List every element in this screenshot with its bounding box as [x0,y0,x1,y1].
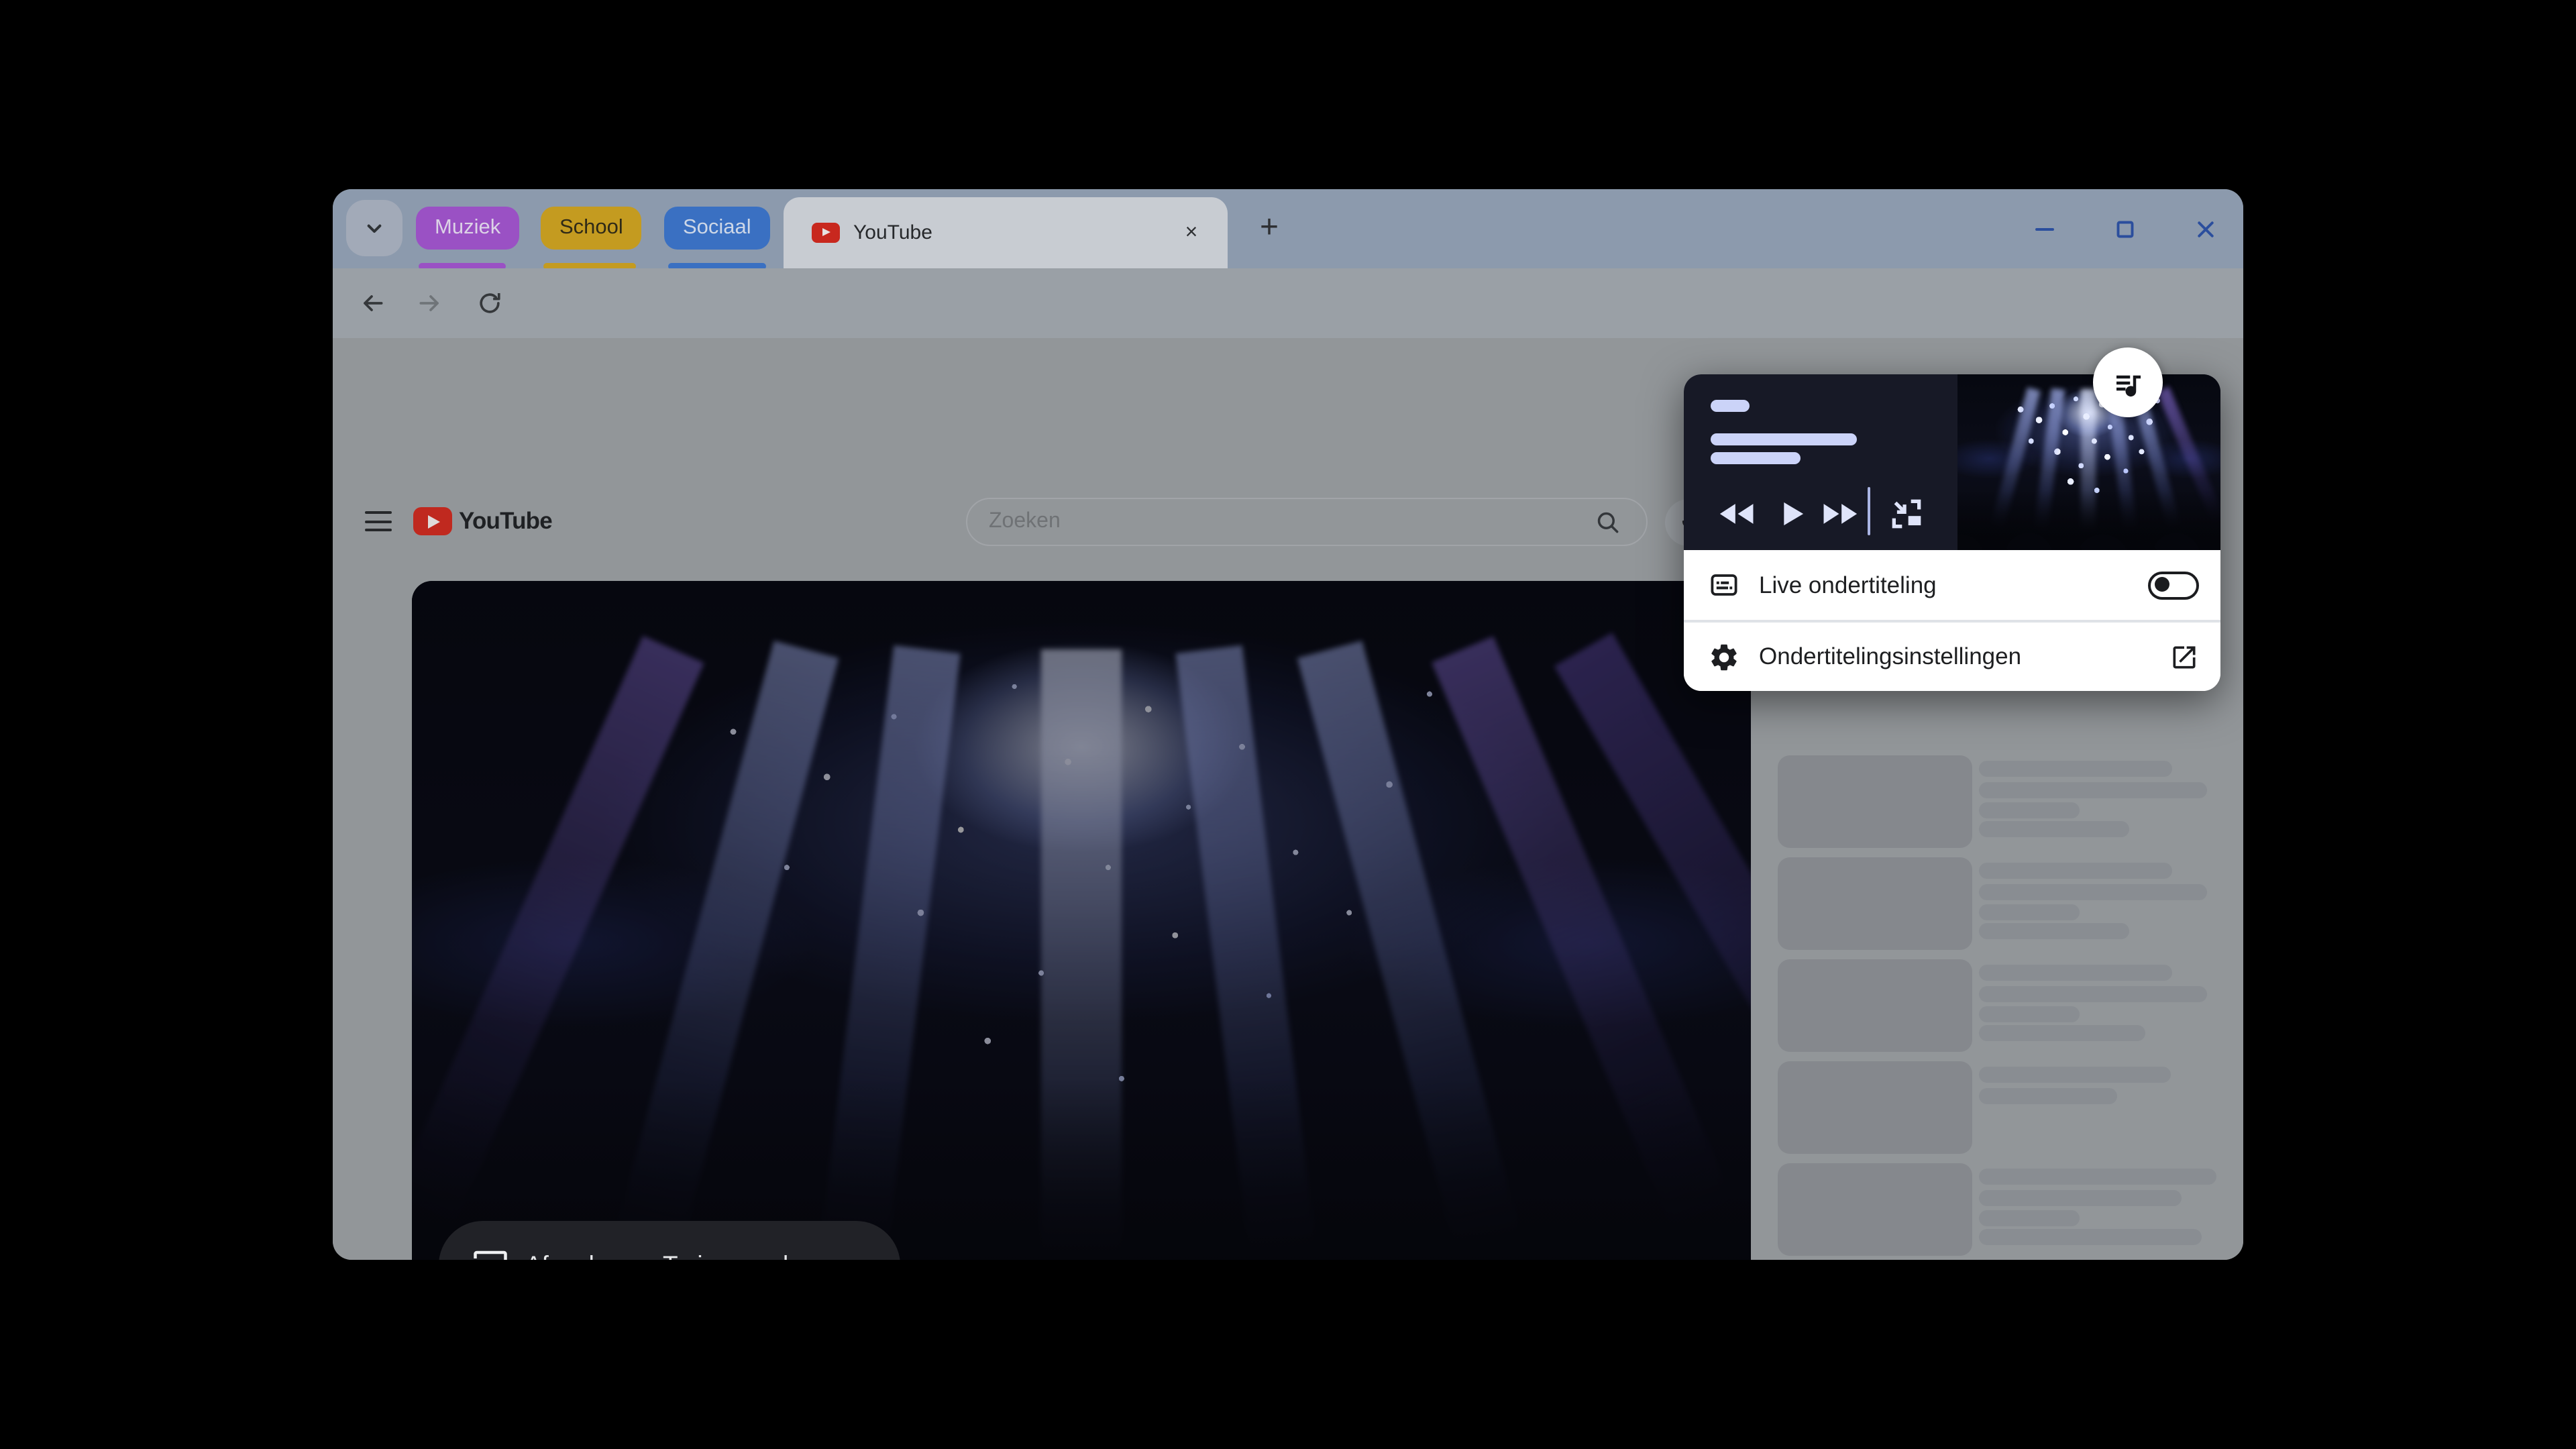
live-caption-icon [1711,574,1737,596]
minimize-icon [2035,228,2054,231]
tab-group-sociaal[interactable]: Sociaal [664,207,770,250]
skeleton-list-item [1778,755,2220,848]
skeleton-list-item [1778,857,2220,950]
minimize-button[interactable] [2022,207,2068,252]
back-icon[interactable] [357,288,386,318]
live-caption-label: Live ondertiteling [1759,571,1937,598]
new-tab-button[interactable]: + [1249,208,1289,248]
media-controls-popup: Live ondertiteling Ondertitelingsinstell… [1684,374,2220,690]
skeleton-title-bar [1710,433,1856,445]
open-in-new-icon [2172,645,2195,668]
tab-title: YouTube [853,221,932,244]
screen: Muziek School Sociaal YouTube × + YouTub… [0,0,2576,1449]
fast-rewind-icon[interactable] [1716,492,1759,535]
search-input[interactable] [989,502,1499,542]
cast-overlay-label: Afspelen op Tv in woonkamer [525,1250,852,1260]
tab-close-icon[interactable]: × [1174,197,1209,268]
media-controls-icon [2116,374,2140,396]
skeleton-list-item [1778,1163,2220,1256]
chevron-down-icon [367,224,382,233]
search-bar[interactable] [966,498,1648,546]
video-player[interactable]: Afspelen op Tv in woonkamer [412,581,1751,1260]
youtube-logo-icon[interactable] [413,507,452,535]
forward-icon[interactable] [416,288,445,318]
maximize-button[interactable] [2102,207,2148,252]
tab-group-muziek[interactable]: Muziek [416,207,520,250]
caption-settings-label: Ondertitelingsinstellingen [1759,643,2022,669]
play-icon[interactable] [1770,492,1813,535]
menu-icon[interactable] [365,511,392,538]
fast-forward-icon[interactable] [1818,492,1861,535]
related-videos-skeleton [1778,755,2220,1260]
browser-toolbar: youtube.com/watch/ [333,268,2243,417]
live-caption-row[interactable]: Live ondertiteling [1684,550,2220,620]
caption-options: Live ondertiteling Ondertitelingsinstell… [1684,550,2220,690]
album-art [1957,374,2220,550]
window-controls [2022,207,2229,252]
live-caption-toggle[interactable] [2147,571,2198,599]
browser-window: Muziek School Sociaal YouTube × + YouTub… [333,189,2243,1260]
caption-settings-row[interactable]: Ondertitelingsinstellingen [1684,622,2220,690]
media-controls-button[interactable] [2093,347,2163,417]
skeleton-list-item [1778,1061,2220,1154]
settings-gear-icon [1711,643,1737,670]
youtube-favicon [812,223,840,243]
skeleton-source-bar [1710,399,1749,411]
reload-icon[interactable] [475,288,504,318]
search-icon[interactable] [1594,508,1622,536]
concert-video-frame [412,581,1751,1260]
close-window-button[interactable] [2183,207,2229,252]
youtube-wordmark[interactable]: YouTube [459,507,553,535]
picture-in-picture-icon[interactable] [1885,492,1928,535]
skeleton-list-item [1778,959,2220,1052]
skeleton-artist-bar [1710,451,1800,464]
controls-divider [1867,486,1870,535]
cast-icon [473,1250,506,1260]
maximize-icon [2116,221,2134,238]
tab-group-school[interactable]: School [541,207,642,250]
tab-strip: Muziek School Sociaal YouTube × + [333,189,2243,270]
tab-search-button[interactable] [346,200,402,256]
close-icon [2198,221,2214,237]
cast-overlay-button[interactable]: Afspelen op Tv in woonkamer [438,1220,900,1260]
tab-youtube[interactable]: YouTube × [784,197,1228,268]
